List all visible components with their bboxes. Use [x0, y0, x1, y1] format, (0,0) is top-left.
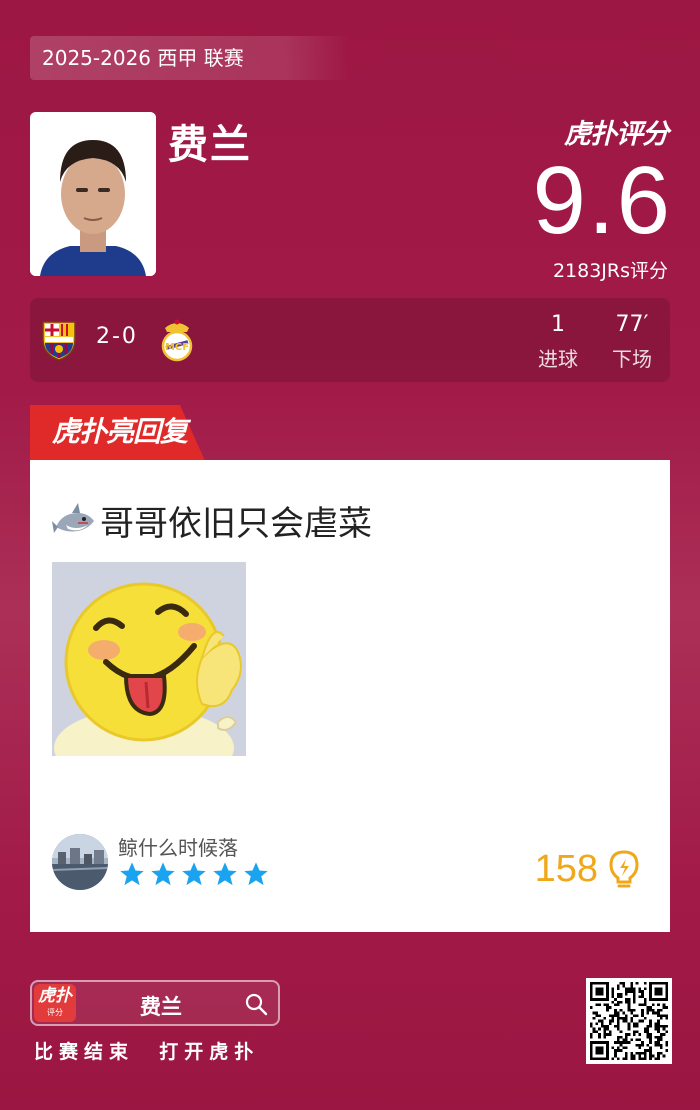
rating-count: 2183JRs评分: [552, 260, 668, 282]
footer-search-box[interactable]: 虎扑 评分 费兰: [30, 980, 280, 1026]
comment-sticker-image[interactable]: [52, 562, 246, 756]
player-photo: [30, 112, 156, 276]
qr-code[interactable]: [586, 978, 672, 1064]
footer-caption: 比赛结束 打开虎扑: [34, 1041, 260, 1063]
stat-goals: 1 进球: [528, 312, 588, 372]
highlight-card: 哥哥依旧只会虐菜 鲸什么时候落 158: [30, 460, 670, 932]
rating-stars: [118, 860, 270, 888]
season-pill: 2025-2026 西甲 联赛: [30, 36, 350, 80]
search-text: 费兰: [140, 995, 182, 1019]
goals-value: 1: [551, 312, 565, 337]
star-icon: [244, 862, 268, 886]
app-icon-sublabel: 评分: [47, 1008, 63, 1017]
search-icon[interactable]: [244, 992, 268, 1016]
stat-substituted: 77′ 下场: [602, 312, 662, 372]
like-count: 158: [534, 848, 598, 890]
user-name: 鲸什么时候落: [118, 836, 238, 860]
svg-text:MCF: MCF: [165, 342, 189, 353]
shark-emoji-icon: [52, 502, 94, 533]
user-avatar[interactable]: [52, 834, 108, 890]
player-name: 费兰: [168, 122, 252, 168]
lightbulb-icon: [609, 849, 639, 887]
star-icon: [120, 862, 144, 886]
comment-text-row: 哥哥依旧只会虐菜: [52, 496, 372, 545]
star-icon: [182, 862, 206, 886]
comment-text: 哥哥依旧只会虐菜: [100, 504, 372, 544]
like-counter[interactable]: 158: [535, 848, 642, 891]
real-madrid-crest-icon: MCF: [161, 319, 193, 362]
hupu-app-icon: 虎扑 评分: [34, 984, 76, 1022]
rating-score: 9.6: [532, 147, 672, 254]
barcelona-crest-icon: [42, 321, 76, 361]
app-icon-label: 虎扑: [38, 986, 72, 1006]
match-score: 2-0: [96, 324, 138, 349]
goals-label: 进球: [538, 347, 578, 371]
match-bar: 2-0 MCF 1 进球 77′ 下场: [30, 298, 670, 382]
sub-label: 下场: [612, 347, 652, 371]
highlight-tab-label: 虎扑亮回复: [52, 415, 188, 448]
sub-minute-value: 77′: [615, 312, 649, 337]
star-icon: [151, 862, 175, 886]
season-label: 2025-2026 西甲 联赛: [42, 46, 244, 70]
star-icon: [213, 862, 237, 886]
